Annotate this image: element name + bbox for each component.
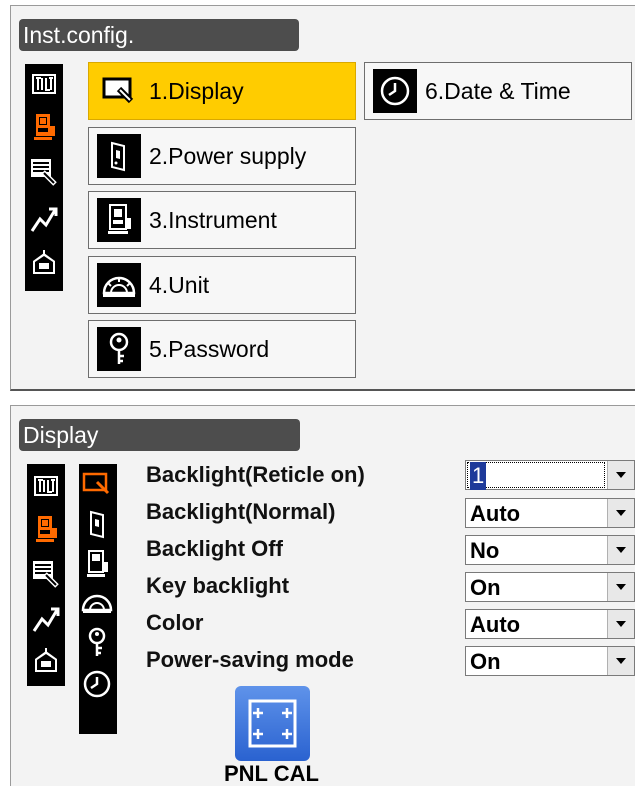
backlight-normal-select[interactable]: Auto [465,498,635,528]
display-settings-screen: Display Backlight(Reticle on) Backlight(… [10,405,635,786]
setting-label-key-backlight: Key backlight [146,573,290,598]
chevron-down-icon [616,510,626,516]
menu-item-password[interactable]: 5.Password [88,320,356,378]
screen-title: Display [19,419,300,451]
observation-mode-icon[interactable] [31,472,61,502]
display-icon [102,77,134,104]
backlight-reticle-select[interactable]: 1 [465,460,635,490]
dropdown-arrow-button[interactable] [607,499,634,527]
menu-item-label: 1.Display [149,77,244,104]
select-value: Auto [470,612,521,637]
key-backlight-select[interactable]: On [465,572,635,602]
chevron-down-icon [616,584,626,590]
inst-config-screen: Inst.config. 1.Display 2.Power supply 3.… [10,5,635,391]
usb-config-icon[interactable] [31,646,61,676]
data-keyboard-icon[interactable] [29,156,59,186]
menu-item-label: 4.Unit [149,271,210,298]
menu-item-label: 3.Instrument [149,206,277,233]
setting-label-color: Color [146,610,204,635]
screen-title: Inst.config. [19,19,299,51]
select-value: On [470,649,501,674]
menu-item-power-supply[interactable]: 2.Power supply [88,127,356,185]
dropdown-arrow-button[interactable] [607,573,634,601]
battery-icon[interactable] [81,508,113,540]
touch-calibration-icon [248,699,297,748]
measure-icon[interactable] [29,204,59,234]
dropdown-arrow-button[interactable] [607,536,634,564]
measure-icon[interactable] [31,604,61,634]
key-icon[interactable] [81,626,113,658]
menu-item-label: 5.Password [149,335,270,362]
chevron-down-icon [616,547,626,553]
clock-icon[interactable] [81,668,113,700]
setting-label-backlight-normal: Backlight(Normal) [146,499,336,524]
instrument-icon[interactable] [29,112,59,142]
menu-item-label: 6.Date & Time [425,77,571,104]
setting-label-backlight-off: Backlight Off [146,536,283,561]
dropdown-arrow-button[interactable] [607,610,634,638]
color-select[interactable]: Auto [465,609,635,639]
menu-item-date-time[interactable]: 6.Date & Time [364,62,632,120]
menu-item-instrument[interactable]: 3.Instrument [88,191,356,249]
select-value: No [470,538,500,563]
observation-mode-icon[interactable] [29,70,59,100]
key-icon [109,332,129,364]
menu-item-label: 2.Power supply [149,142,307,169]
category-strip [25,64,63,291]
display-icon[interactable] [81,468,113,500]
menu-item-unit[interactable]: 4.Unit [88,256,356,314]
setting-label-power-saving: Power-saving mode [146,647,354,672]
dropdown-arrow-button[interactable] [607,461,634,489]
backlight-off-select[interactable]: No [465,535,635,565]
pnl-cal-button[interactable] [235,686,310,761]
dropdown-arrow-button[interactable] [607,647,634,675]
battery-icon [111,141,125,172]
instrument-icon [108,204,131,234]
protractor-icon [102,276,136,297]
menu-item-display[interactable]: 1.Display [88,62,356,120]
data-keyboard-icon[interactable] [31,558,61,588]
setting-label-backlight-reticle: Backlight(Reticle on) [146,462,365,487]
clock-icon [380,76,410,106]
select-value: On [470,575,501,600]
chevron-down-icon [616,472,626,478]
category-strip [27,464,65,686]
protractor-icon[interactable] [81,586,113,618]
usb-config-icon[interactable] [29,248,59,278]
chevron-down-icon [616,658,626,664]
instrument-icon[interactable] [31,514,61,544]
pnl-cal-label: PNL CAL [224,761,319,786]
subcategory-strip [79,464,117,734]
select-value: 1 [470,462,487,490]
power-saving-select[interactable]: On [465,646,635,676]
chevron-down-icon [616,621,626,627]
instrument-icon[interactable] [81,548,113,580]
select-value: Auto [470,501,521,526]
